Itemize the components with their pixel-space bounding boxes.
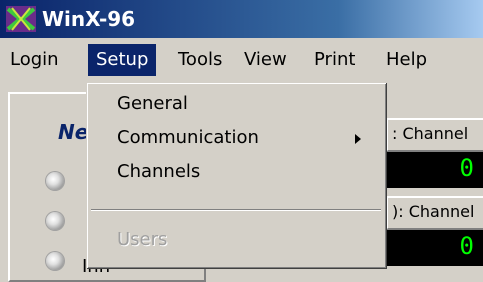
status-led-icon — [46, 172, 64, 190]
status-led-icon — [46, 252, 64, 270]
menuitem-communication[interactable]: Communication — [89, 121, 383, 155]
menu-view[interactable]: View — [236, 44, 295, 76]
menuitem-channels[interactable]: Channels — [89, 155, 383, 189]
channel-value: 0 — [459, 232, 474, 260]
channel-label: : Channel — [392, 124, 469, 143]
menu-print[interactable]: Print — [306, 44, 363, 76]
channel-display: 0 — [386, 152, 483, 188]
menuitem-users: Users — [117, 229, 168, 250]
title-bar[interactable]: WinX-96 — [0, 0, 483, 38]
channel-label: ): Channel — [392, 202, 475, 221]
menu-tools[interactable]: Tools — [170, 44, 230, 76]
channel-header: ): Channel — [386, 196, 483, 230]
menu-help[interactable]: Help — [378, 44, 435, 76]
menu-bar: Login Setup Tools View Print Help — [0, 38, 483, 82]
winx-app-icon — [6, 6, 36, 32]
channel-display: 0 — [386, 230, 483, 266]
menu-setup[interactable]: Setup — [88, 44, 157, 76]
panel-heading: Ne — [58, 120, 89, 144]
channel-value: 0 — [459, 154, 474, 182]
menuitem-general[interactable]: General — [89, 87, 383, 121]
chevron-right-icon — [355, 134, 361, 144]
window-title: WinX-96 — [42, 7, 136, 31]
menu-separator — [91, 209, 381, 211]
setup-dropdown-menu: General Communication Channels Users — [86, 82, 386, 268]
channel-header: : Channel — [386, 118, 483, 152]
status-led-icon — [46, 212, 64, 230]
menuitem-communication-label: Communication — [117, 127, 259, 148]
menu-login[interactable]: Login — [2, 44, 67, 76]
